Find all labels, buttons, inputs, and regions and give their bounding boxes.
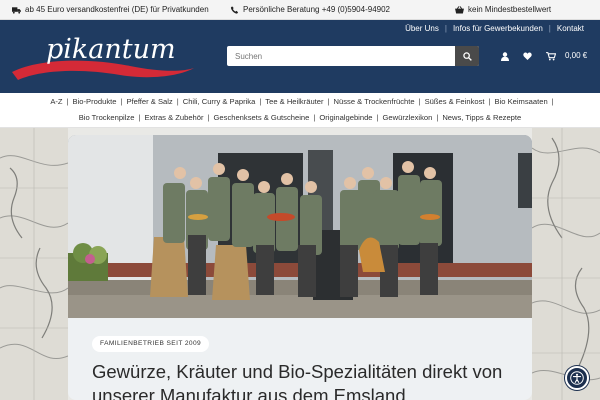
search-icon xyxy=(462,51,472,61)
nav-row-2: Bio Trockenpilze | Extras & Zubehör | Gesc… xyxy=(0,113,600,122)
accessibility-button[interactable] xyxy=(565,366,589,390)
nav-row-1: A-Z | Bio-Produkte | Pfeffer & Salz | Chili… xyxy=(0,97,600,106)
nav-item-a-z[interactable]: A-Z xyxy=(46,97,66,106)
accessibility-icon xyxy=(570,371,584,385)
link-ueber-uns[interactable]: Über Uns xyxy=(405,24,439,33)
main-navigation: A-Z | Bio-Produkte | Pfeffer & Salz | Chili… xyxy=(0,93,600,128)
search-button[interactable] xyxy=(455,46,479,66)
search-input[interactable] xyxy=(227,46,455,66)
shipping-text: ab 45 Euro versandkostenfrei (DE) für Pr… xyxy=(25,5,209,14)
divider: | xyxy=(551,97,554,106)
phone-icon xyxy=(230,5,239,14)
cart-icon xyxy=(546,51,556,60)
background-map-right xyxy=(532,128,600,400)
truck-icon xyxy=(12,6,21,14)
nav-item-tee[interactable]: Tee & Heilkräuter xyxy=(261,97,327,106)
logo-text: pikantum xyxy=(46,34,176,65)
link-gewerbekunden[interactable]: Infos für Gewerbekunden xyxy=(453,24,543,33)
phone-info[interactable]: Persönliche Beratung +49 (0)5904-94902 xyxy=(230,5,390,14)
cart-button[interactable] xyxy=(545,51,557,61)
hero-headline: Gewürze, Kräuter und Bio-Spezialitäten d… xyxy=(92,361,503,400)
team-photo xyxy=(68,135,532,318)
nav-item-keimsaaten[interactable]: Bio Keimsaaten xyxy=(490,97,551,106)
nav-item-trockenpilze[interactable]: Bio Trockenpilze xyxy=(75,113,139,122)
account-button[interactable] xyxy=(499,51,511,61)
nav-item-bio-produkte[interactable]: Bio-Produkte xyxy=(69,97,121,106)
wishlist-button[interactable] xyxy=(521,51,533,61)
nav-item-gewuerzlexikon[interactable]: Gewürzlexikon xyxy=(379,113,437,122)
link-kontakt[interactable]: Kontakt xyxy=(557,24,584,33)
heart-icon xyxy=(522,52,532,60)
cart-total[interactable]: 0,00 € xyxy=(565,51,587,60)
shipping-info: ab 45 Euro versandkostenfrei (DE) für Pr… xyxy=(12,5,209,14)
divider: | xyxy=(548,24,551,33)
nav-item-pfeffer-salz[interactable]: Pfeffer & Salz xyxy=(122,97,176,106)
divider: | xyxy=(444,24,447,33)
site-header: Über Uns | Infos für Gewerbekunden | Kon… xyxy=(0,20,600,93)
phone-text: Persönliche Beratung +49 (0)5904-94902 xyxy=(243,5,390,14)
nav-item-news[interactable]: News, Tipps & Rezepte xyxy=(438,113,525,122)
minorder-info: kein Mindestbestellwert xyxy=(455,5,551,14)
hero-card: FAMILIENBETRIEB SEIT 2009 Gewürze, Kräut… xyxy=(68,135,532,400)
nav-item-suesses[interactable]: Süßes & Feinkost xyxy=(421,97,489,106)
nav-item-chili-curry[interactable]: Chili, Curry & Paprika xyxy=(179,97,260,106)
pikantum-logo[interactable]: pikantum xyxy=(10,28,196,84)
minorder-text: kein Mindestbestellwert xyxy=(468,5,552,14)
user-icon xyxy=(501,51,509,61)
top-info-bar: ab 45 Euro versandkostenfrei (DE) für Pr… xyxy=(0,0,600,20)
nav-item-extras[interactable]: Extras & Zubehör xyxy=(140,113,207,122)
nav-item-geschenksets[interactable]: Geschenksets & Gutscheine xyxy=(210,113,314,122)
badge-family-business: FAMILIENBETRIEB SEIT 2009 xyxy=(92,336,210,352)
nav-item-nuesse[interactable]: Nüsse & Trockenfrüchte xyxy=(330,97,419,106)
background-map-left xyxy=(0,128,68,400)
search-box xyxy=(227,46,479,66)
service-links: Über Uns | Infos für Gewerbekunden | Kon… xyxy=(405,24,584,33)
nav-item-originalgebinde[interactable]: Originalgebinde xyxy=(315,113,376,122)
basket-icon xyxy=(455,5,464,14)
